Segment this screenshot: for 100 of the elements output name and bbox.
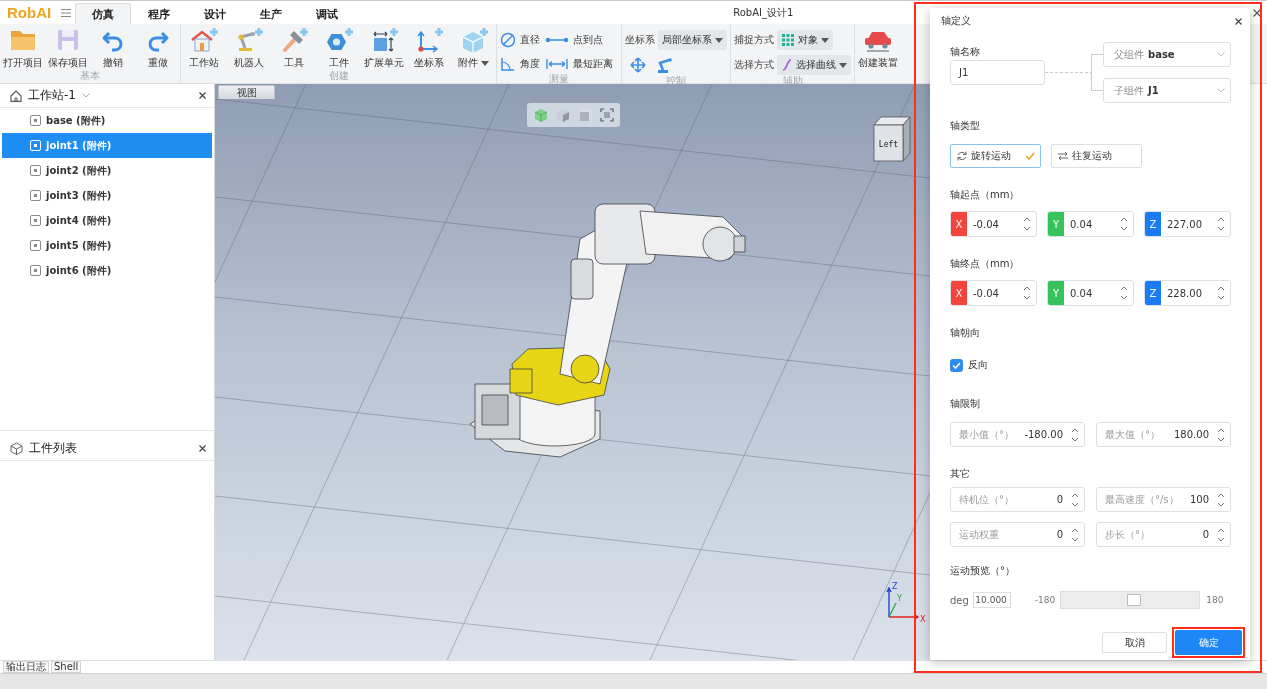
tree-item[interactable]: joint2 (附件) bbox=[2, 158, 212, 183]
close-icon[interactable] bbox=[1235, 17, 1242, 25]
coordinate-field[interactable]: Z 227.00 bbox=[1144, 211, 1231, 237]
caret-icon bbox=[839, 62, 847, 68]
tree-item[interactable]: joint4 (附件) bbox=[2, 208, 212, 233]
ribbon-button[interactable]: 直径 bbox=[500, 30, 545, 49]
tree-item[interactable]: joint3 (附件) bbox=[2, 183, 212, 208]
stepper-icon[interactable] bbox=[1217, 426, 1225, 443]
stepper-icon[interactable] bbox=[1071, 491, 1079, 508]
menu-tab[interactable]: 调试 bbox=[299, 3, 356, 24]
dropdown[interactable]: 子组件 J1 bbox=[1103, 78, 1231, 103]
ribbon-button[interactable]: 工具 bbox=[271, 27, 316, 69]
chevron-down-icon bbox=[1217, 52, 1225, 57]
chevron-down-icon[interactable] bbox=[81, 93, 90, 98]
stepper-icon[interactable] bbox=[1023, 285, 1031, 301]
number-field[interactable]: 待机位（°） 0 bbox=[950, 487, 1085, 512]
number-field[interactable]: 10.000 bbox=[972, 592, 1011, 608]
dropdown-label: 坐标系 bbox=[625, 33, 655, 47]
dropdown[interactable]: 父组件 base bbox=[1103, 42, 1231, 67]
panel-tab[interactable]: 输出日志 bbox=[3, 661, 49, 673]
axis-tag: X bbox=[951, 212, 967, 236]
coordinate-field[interactable]: Y 0.04 bbox=[1047, 211, 1134, 237]
coordinate-field[interactable]: Z 228.00 bbox=[1144, 280, 1231, 306]
menu-tab[interactable]: 设计 bbox=[187, 3, 244, 24]
tree-item[interactable]: joint5 (附件) bbox=[2, 233, 212, 258]
view-button[interactable] bbox=[598, 106, 615, 124]
checkbox-label: 反向 bbox=[968, 358, 988, 372]
dropdown[interactable]: 对象 bbox=[777, 30, 833, 50]
section-label: 运动预览（°） bbox=[950, 564, 1015, 578]
caret-icon bbox=[481, 60, 489, 66]
option-card[interactable]: 往复运动 bbox=[1051, 144, 1142, 168]
menu-tab[interactable]: 程序 bbox=[131, 3, 188, 24]
ribbon-button[interactable]: 坐标系 bbox=[406, 27, 451, 69]
component-icon bbox=[30, 190, 41, 201]
menu-icon[interactable] bbox=[61, 8, 72, 17]
axis-tag: Y bbox=[1048, 281, 1064, 305]
ribbon-button[interactable]: 机器人 bbox=[226, 27, 271, 69]
view-tab[interactable]: 视图 bbox=[218, 85, 275, 99]
component-icon bbox=[30, 240, 41, 251]
ribbon-button[interactable]: 工件 bbox=[316, 27, 361, 69]
section-label: 其它 bbox=[950, 467, 970, 481]
section-label: 轴终点（mm） bbox=[950, 257, 1020, 271]
ribbon-button[interactable]: 重做 bbox=[135, 27, 180, 69]
stepper-icon[interactable] bbox=[1120, 216, 1128, 232]
field-label: 轴名称 bbox=[950, 45, 981, 59]
number-field[interactable]: 最大值（°） 180.00 bbox=[1096, 422, 1231, 447]
ribbon-button[interactable]: 扩展单元 bbox=[361, 27, 406, 69]
component-icon bbox=[30, 165, 41, 176]
dropdown-label: 选择方式 bbox=[734, 58, 774, 72]
number-field[interactable]: 步长（°） 0 bbox=[1096, 522, 1231, 547]
tree-item[interactable]: joint6 (附件) bbox=[2, 258, 212, 283]
stepper-icon[interactable] bbox=[1071, 426, 1079, 443]
close-icon[interactable] bbox=[1253, 8, 1261, 17]
section-label: 轴朝向 bbox=[950, 326, 980, 340]
ribbon-button[interactable]: 角度 bbox=[500, 54, 545, 73]
robot-arm-icon bbox=[655, 56, 673, 74]
tree-item[interactable]: base (附件) bbox=[2, 108, 212, 133]
option-card[interactable]: 旋转运动 bbox=[950, 144, 1041, 168]
angle-icon bbox=[500, 55, 516, 72]
coordinate-field[interactable]: X -0.04 bbox=[950, 211, 1037, 237]
dialog-title: 轴定义 bbox=[941, 14, 971, 28]
slider-thumb[interactable] bbox=[1127, 594, 1142, 606]
number-field[interactable]: 最高速度（°/s） 100 bbox=[1096, 487, 1231, 512]
cube-icon bbox=[532, 107, 549, 123]
stepper-icon[interactable] bbox=[1120, 285, 1128, 301]
stepper-icon[interactable] bbox=[1217, 491, 1225, 508]
ribbon-button[interactable]: 最短距离 bbox=[545, 54, 618, 73]
axis-triad: Z Y X bbox=[883, 581, 929, 625]
text-field[interactable]: J1 bbox=[950, 60, 1045, 85]
ribbon-button[interactable]: 点到点 bbox=[545, 30, 608, 49]
stepper-icon[interactable] bbox=[1071, 526, 1079, 543]
menu-tab[interactable]: 仿真 bbox=[75, 3, 132, 24]
dialog-button[interactable]: 确定 bbox=[1175, 630, 1242, 655]
ribbon-button[interactable]: 保存项目 bbox=[45, 27, 90, 69]
ribbon-button[interactable]: 撤销 bbox=[90, 27, 135, 69]
menu-tab[interactable]: 生产 bbox=[243, 3, 300, 24]
stepper-icon[interactable] bbox=[1217, 526, 1225, 543]
dialog-button[interactable]: 取消 bbox=[1102, 632, 1167, 653]
close-icon[interactable] bbox=[199, 92, 206, 99]
number-field[interactable]: 最小值（°） -180.00 bbox=[950, 422, 1085, 447]
curve-icon bbox=[781, 58, 793, 72]
slider-track[interactable] bbox=[1060, 591, 1201, 609]
panel-tab[interactable]: Shell bbox=[51, 661, 82, 673]
dropdown[interactable]: 选择曲线 bbox=[777, 55, 851, 75]
ribbon-button[interactable]: 附件 bbox=[451, 27, 496, 69]
coordinate-field[interactable]: X -0.04 bbox=[950, 280, 1037, 306]
checkbox[interactable] bbox=[950, 358, 963, 372]
component-icon bbox=[30, 115, 41, 126]
ribbon-button[interactable]: 工作站 bbox=[181, 27, 226, 69]
close-icon[interactable] bbox=[199, 445, 206, 452]
ribbon-button[interactable]: 创建装置 bbox=[855, 27, 900, 69]
stepper-icon[interactable] bbox=[1023, 216, 1031, 232]
coordinate-field[interactable]: Y 0.04 bbox=[1047, 280, 1134, 306]
dropdown[interactable]: 局部坐标系 bbox=[658, 30, 727, 50]
axis-tag: Z bbox=[1145, 281, 1161, 305]
stepper-icon[interactable] bbox=[1217, 285, 1225, 301]
ribbon-button[interactable]: 打开项目 bbox=[0, 27, 45, 69]
stepper-icon[interactable] bbox=[1217, 216, 1225, 232]
unit-label: deg bbox=[950, 594, 969, 606]
number-field[interactable]: 运动权重 0 bbox=[950, 522, 1085, 547]
